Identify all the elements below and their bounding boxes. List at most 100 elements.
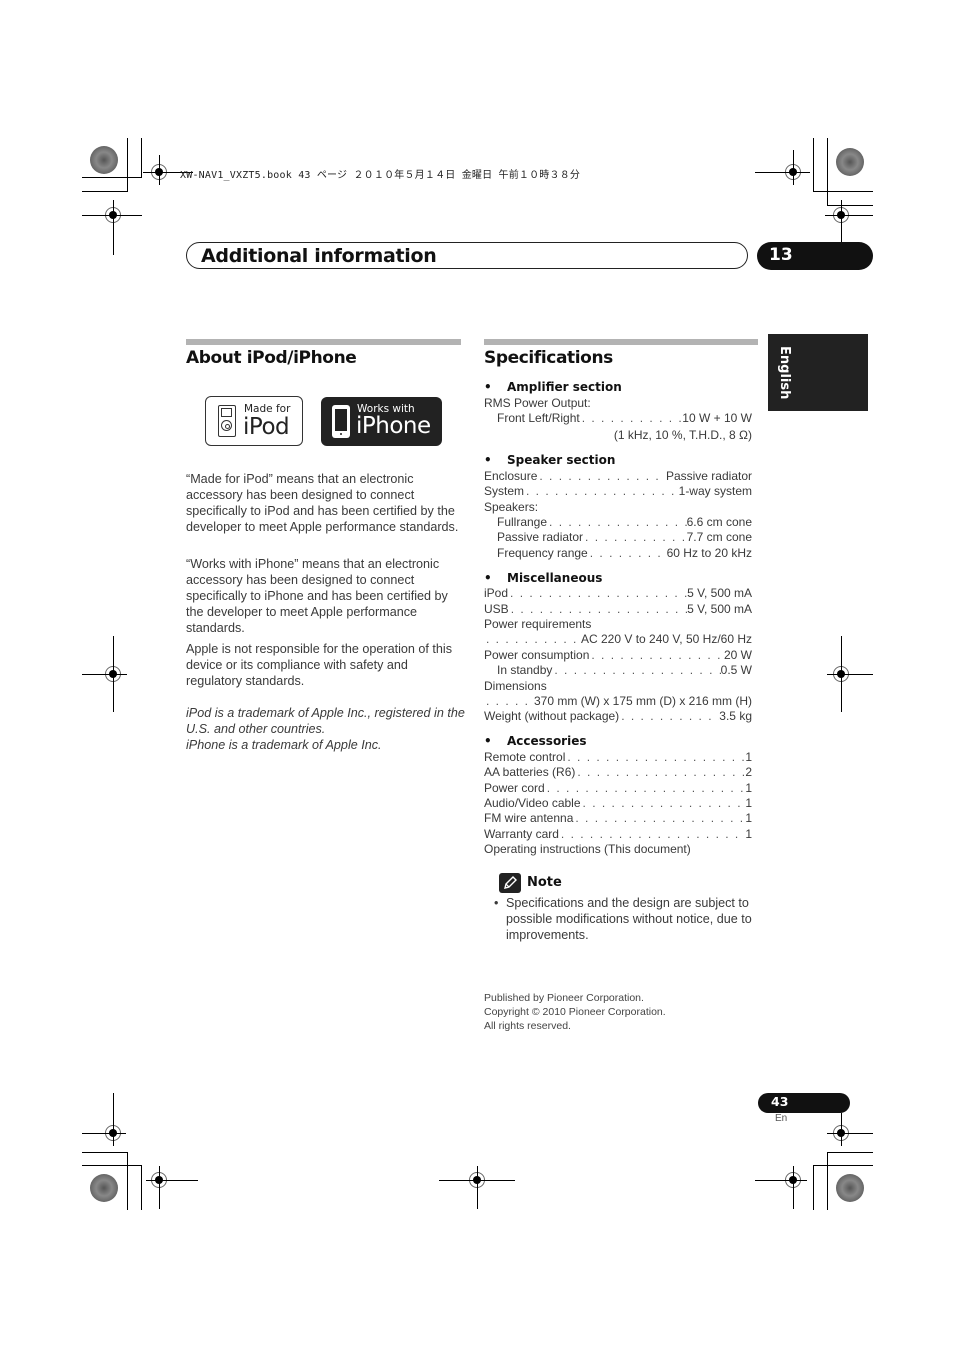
spec-row-value: 1 — [745, 781, 752, 795]
spec-row-value: 1-way system — [678, 484, 752, 498]
note-text: Specifications and the design are subjec… — [506, 896, 752, 942]
leader-dots: . . . . . . . . . . . . . . . . . . . . … — [582, 796, 746, 810]
spec-row: FM wire antenna . . . . . . . . . . . . … — [484, 811, 752, 826]
spec-row-value: Passive radiator — [665, 469, 752, 483]
crop-line — [127, 138, 128, 192]
specifications-section-title: Specifications — [484, 348, 613, 368]
spec-row: Power cord . . . . . . . . . . . . . . .… — [484, 781, 752, 796]
bullet: • — [494, 896, 499, 910]
spec-row-label: Fullrange — [497, 515, 548, 529]
crop-line — [82, 1133, 126, 1134]
spec-row: Fullrange . . . . . . . . . . . . . . . … — [497, 515, 752, 530]
spec-row-label: iPod — [484, 586, 509, 600]
crop-line — [793, 150, 794, 185]
spec-row: USB . . . . . . . . . . . . . . . . . . … — [484, 602, 752, 617]
crop-line — [827, 205, 873, 206]
crop-line — [841, 636, 842, 712]
spec-heading-label: Accessories — [507, 734, 587, 748]
spec-row-label: Frequency range — [497, 546, 588, 560]
crop-line — [146, 1180, 198, 1181]
crop-line — [159, 1166, 160, 1209]
leader-dots: . . . . . . . . . . . . . . . . . . . . … — [546, 781, 746, 795]
spec-row-label: In standby — [497, 663, 553, 677]
spec-row: Front Left/Right . . . . . . . . . . . .… — [497, 411, 752, 426]
spec-row-value: 3.5 kg — [719, 709, 752, 723]
page-number-tab: 43 — [758, 1093, 850, 1113]
spec-label: Power requirements — [484, 617, 592, 631]
crop-line — [82, 1165, 142, 1166]
rights-line: All rights reserved. — [484, 1020, 571, 1032]
crop-line — [755, 1180, 807, 1181]
crop-line — [841, 200, 842, 243]
spec-row-label: USB — [484, 602, 509, 616]
print-job-header: XW-NAV1_VXZT5.book 43 ページ ２０１０年５月１４日 金曜日… — [180, 170, 581, 181]
logo-big-text: iPhone — [356, 413, 431, 439]
trademark-note: iPod is a trademark of Apple Inc., regis… — [186, 706, 465, 736]
spec-row-label: Passive radiator — [497, 530, 584, 544]
leader-dots: . . . . . . . . . . . . . . . . . . . . … — [591, 648, 724, 662]
paragraph: “Works with iPhone” means that an electr… — [186, 557, 448, 635]
crop-line — [841, 1113, 842, 1146]
leader-dots: . . . . . . . . . . . . . . . . . . . . … — [539, 469, 666, 483]
spec-label: RMS Power Output: — [484, 396, 591, 410]
trademark-note: iPhone is a trademark of Apple Inc. — [186, 738, 382, 752]
crop-line — [159, 155, 160, 185]
works-with-iphone-logo: Works with iPhone — [321, 397, 442, 446]
spec-row-value: 2 — [745, 765, 752, 779]
chapter-header-bar: Additional information — [186, 242, 748, 269]
spec-row: In standby . . . . . . . . . . . . . . .… — [497, 663, 752, 678]
crop-line — [827, 1152, 873, 1153]
spec-row: Passive radiator . . . . . . . . . . . .… — [497, 530, 752, 545]
crop-line — [827, 138, 828, 206]
spec-row-value: AC 220 V to 240 V, 50 Hz/60 Hz — [581, 632, 752, 646]
publisher-line: Published by Pioneer Corporation. — [484, 992, 644, 1004]
iphone-icon — [332, 405, 350, 438]
spec-row-label: Weight (without package) — [484, 709, 620, 723]
spec-row-value: 60 Hz to 20 kHz — [666, 546, 752, 560]
spec-row-label: Enclosure — [484, 469, 538, 483]
crop-line — [827, 1152, 828, 1210]
crop-line — [825, 215, 873, 216]
crop-line — [113, 200, 114, 255]
spec-row-value: 20 W — [723, 648, 752, 662]
crop-line — [127, 1152, 128, 1210]
leader-dots: . . . . . . . . . . . . . . . . . . . . … — [510, 586, 687, 600]
chapter-number: 13 — [769, 245, 793, 265]
spec-row-label: Remote control — [484, 750, 566, 764]
spec-row-label: Power cord — [484, 781, 545, 795]
spec-row-value: 0.5 W — [720, 663, 752, 677]
ipod-icon — [218, 405, 236, 437]
spec-row-value: 7.7 cm cone — [686, 530, 752, 544]
page-language: En — [775, 1113, 788, 1124]
spec-row: Enclosure . . . . . . . . . . . . . . . … — [484, 469, 752, 484]
spec-row-label: Warranty card — [484, 827, 559, 841]
spec-row-label: Audio/Video cable — [484, 796, 581, 810]
spec-row-label: AA batteries (R6) — [484, 765, 576, 779]
language-tab: English — [768, 334, 868, 411]
leader-dots: . . . . . . . . . . . . . . . . . . . . … — [589, 546, 667, 560]
logo-big-text: iPod — [243, 414, 290, 440]
spec-row-value: 10 W + 10 W — [682, 411, 752, 425]
leader-dots: . . . . . . . . . . . . . . . . . . . . … — [510, 602, 687, 616]
crop-line — [813, 138, 814, 192]
crop-line — [82, 674, 127, 675]
publisher-info: Published by Pioneer Corporation. Copyri… — [484, 991, 666, 1033]
leader-dots: . . . . . . . . . . . . . . . . . . . . … — [577, 765, 745, 779]
spec-row-value: 1 — [745, 811, 752, 825]
crop-line — [813, 191, 873, 192]
spec-row: Audio/Video cable . . . . . . . . . . . … — [484, 796, 752, 811]
leader-dots: . . . . . . . . . . . . . . . . . . . . … — [549, 515, 687, 529]
page-number: 43 — [771, 1094, 789, 1109]
spec-heading-label: Amplifier section — [507, 380, 622, 394]
leader-dots: . . . . . . . . . . . . . . . . . . . . … — [486, 694, 534, 708]
crop-line — [477, 1166, 478, 1209]
spec-row: Frequency range . . . . . . . . . . . . … — [497, 546, 752, 561]
made-for-ipod-logo: Made for iPod — [205, 396, 303, 446]
spec-condition: (1 kHz, 10 %, T.H.D., 8 Ω) — [613, 428, 752, 442]
spec-row-label: System — [484, 484, 525, 498]
crop-line — [141, 138, 142, 178]
spec-row-value: 1 — [745, 796, 752, 810]
leader-dots: . . . . . . . . . . . . . . . . . . . . … — [554, 663, 720, 677]
spec-heading-label: Speaker section — [507, 453, 616, 467]
spec-row-label: Power consumption — [484, 648, 590, 662]
